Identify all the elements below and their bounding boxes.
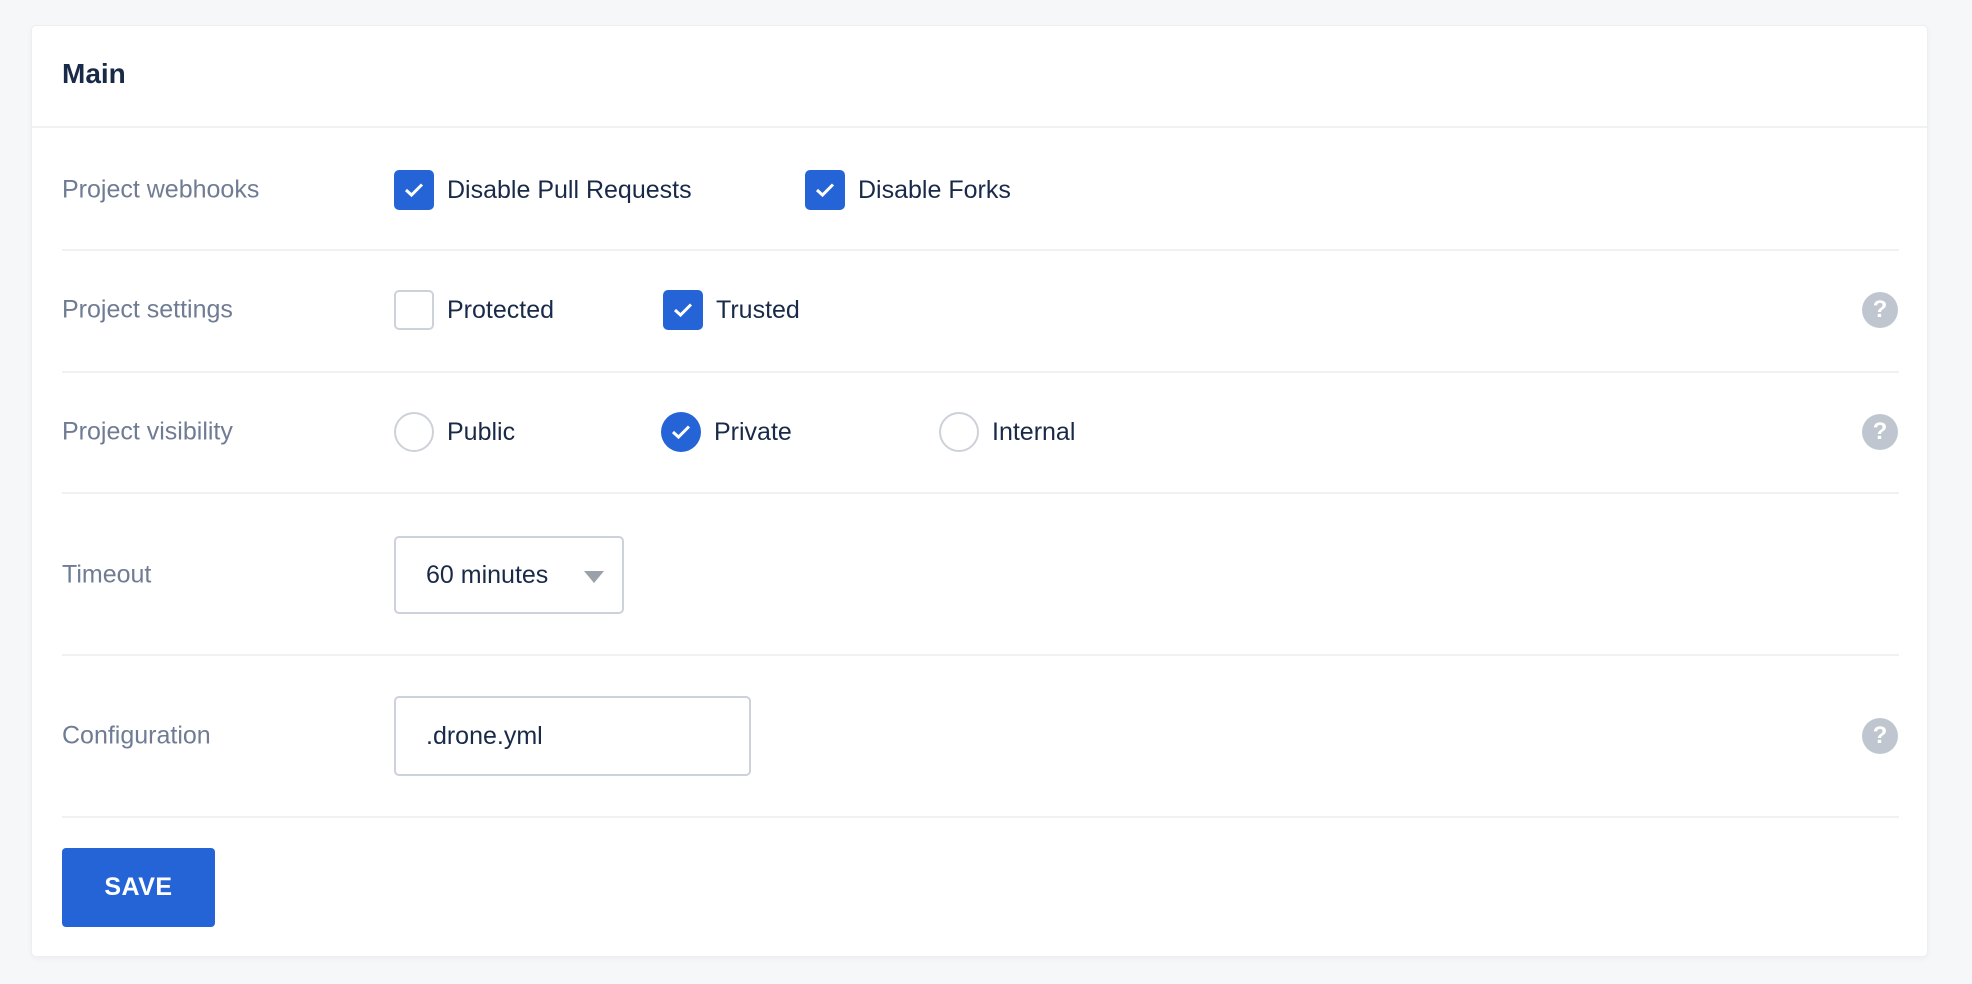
checkbox-checked-icon	[663, 290, 703, 330]
checkbox-checked-icon	[394, 170, 434, 210]
checkbox-checked-icon	[805, 170, 845, 210]
caret-down-icon	[584, 571, 604, 583]
row-divider	[62, 816, 1899, 818]
card-title: Main	[62, 58, 126, 89]
row-divider	[62, 492, 1899, 494]
question-circle-icon[interactable]: ?	[1862, 718, 1898, 754]
radio-label: Internal	[992, 417, 1076, 446]
project-visibility-label: Project visibility	[62, 417, 233, 446]
checkbox-label: Disable Forks	[858, 175, 1011, 204]
project-webhooks-label: Project webhooks	[62, 175, 260, 204]
protected-checkbox[interactable]: Protected	[394, 290, 554, 330]
configuration-label: Configuration	[62, 721, 211, 750]
save-button[interactable]: SAVE	[62, 848, 215, 927]
disable-forks-checkbox[interactable]: Disable Forks	[805, 170, 1011, 210]
timeout-select[interactable]: 60 minutes	[394, 536, 624, 614]
radio-label: Private	[714, 417, 792, 446]
row-divider	[62, 654, 1899, 656]
row-divider	[62, 249, 1899, 251]
project-settings-label: Project settings	[62, 295, 233, 324]
checkbox-label: Protected	[447, 295, 555, 324]
checkbox-label: Disable Pull Requests	[447, 175, 692, 204]
radio-unselected-icon	[394, 412, 434, 452]
configuration-input[interactable]	[394, 696, 751, 776]
disable-pull-requests-checkbox[interactable]: Disable Pull Requests	[394, 170, 692, 210]
public-radio[interactable]: Public	[394, 412, 515, 452]
question-circle-icon[interactable]: ?	[1862, 292, 1898, 328]
question-circle-icon[interactable]: ?	[1862, 414, 1898, 450]
timeout-label: Timeout	[62, 560, 152, 589]
row-divider	[62, 371, 1899, 373]
radio-label: Public	[447, 417, 516, 446]
main-settings-card: Main Project webhooks Disable Pull Reque…	[31, 25, 1928, 957]
radio-unselected-icon	[939, 412, 979, 452]
header-divider	[32, 126, 1927, 128]
internal-radio[interactable]: Internal	[939, 412, 1075, 452]
trusted-checkbox[interactable]: Trusted	[663, 290, 800, 330]
timeout-selected-value: 60 minutes	[426, 560, 549, 589]
checkbox-label: Trusted	[716, 295, 800, 324]
private-radio[interactable]: Private	[661, 412, 792, 452]
checkbox-unchecked-icon	[394, 290, 434, 330]
radio-selected-check-icon	[661, 412, 701, 452]
